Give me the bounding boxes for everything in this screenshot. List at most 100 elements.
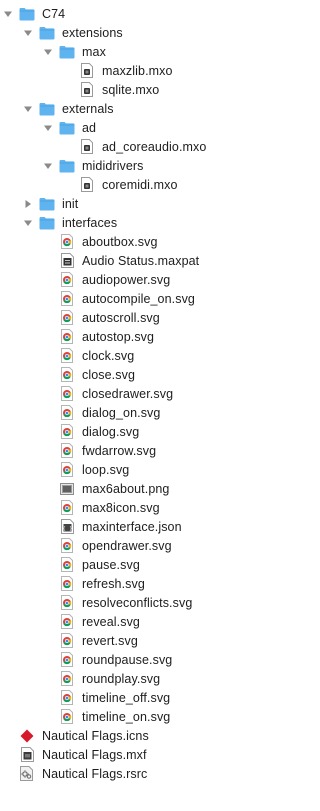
plugin-file-icon (79, 82, 95, 98)
file-row-loop-svg[interactable]: loop.svg (0, 460, 305, 479)
file-row-timeline-off-svg[interactable]: timeline_off.svg (0, 688, 305, 707)
chrome-svg-file-icon (59, 633, 75, 649)
chrome-svg-file-icon (59, 443, 75, 459)
chrome-svg-file-icon (59, 348, 75, 364)
item-label: max (82, 44, 106, 59)
disclosure-triangle-expanded-icon[interactable] (43, 161, 53, 171)
folder-row-max[interactable]: max (0, 42, 305, 61)
item-label: roundpause.svg (82, 652, 173, 667)
file-row-aboutbox-svg[interactable]: aboutbox.svg (0, 232, 305, 251)
file-row-roundplay-svg[interactable]: roundplay.svg (0, 669, 305, 688)
item-label: clock.svg (82, 348, 135, 363)
file-row-roundpause-svg[interactable]: roundpause.svg (0, 650, 305, 669)
chrome-svg-file-icon (59, 291, 75, 307)
file-row-audio-status-maxpat[interactable]: Audio Status.maxpat (0, 251, 305, 270)
chrome-svg-file-icon (59, 405, 75, 421)
mxf-file-icon (19, 747, 35, 763)
file-row-opendrawer-svg[interactable]: opendrawer.svg (0, 536, 305, 555)
disclosure-triangle-expanded-icon[interactable] (43, 123, 53, 133)
folder-row-c74[interactable]: C74 (0, 4, 305, 23)
item-label: roundplay.svg (82, 671, 161, 686)
item-label: sqlite.mxo (102, 82, 160, 97)
disclosure-triangle-expanded-icon[interactable] (3, 9, 13, 19)
file-row-close-svg[interactable]: close.svg (0, 365, 305, 384)
file-row-autostop-svg[interactable]: autostop.svg (0, 327, 305, 346)
plugin-file-icon (79, 177, 95, 193)
file-row-nautical-flags-mxf[interactable]: Nautical Flags.mxf (0, 745, 305, 764)
disclosure-triangle-expanded-icon[interactable] (23, 28, 33, 38)
file-row-timeline-on-svg[interactable]: timeline_on.svg (0, 707, 305, 726)
file-row-refresh-svg[interactable]: refresh.svg (0, 574, 305, 593)
item-label: loop.svg (82, 462, 130, 477)
chrome-svg-file-icon (59, 595, 75, 611)
file-row-maxinterface-json[interactable]: { } maxinterface.json (0, 517, 305, 536)
file-row-reveal-svg[interactable]: reveal.svg (0, 612, 305, 631)
folder-row-mididrivers[interactable]: mididrivers (0, 156, 305, 175)
file-row-resolveconflicts-svg[interactable]: resolveconflicts.svg (0, 593, 305, 612)
file-row-autocompile-on-svg[interactable]: autocompile_on.svg (0, 289, 305, 308)
item-label: maxzlib.mxo (102, 63, 173, 78)
file-row-clock-svg[interactable]: clock.svg (0, 346, 305, 365)
folder-icon (39, 196, 55, 212)
svg-text:{ }: { } (62, 526, 72, 532)
file-row-autoscroll-svg[interactable]: autoscroll.svg (0, 308, 305, 327)
file-row-audiopower-svg[interactable]: audiopower.svg (0, 270, 305, 289)
file-tree: C74 extensions max maxzlib.mxo sqlite.mxo ext… (0, 0, 305, 811)
file-row-closedrawer-svg[interactable]: closedrawer.svg (0, 384, 305, 403)
chrome-svg-file-icon (59, 652, 75, 668)
file-row-dialog-on-svg[interactable]: dialog_on.svg (0, 403, 305, 422)
item-label: opendrawer.svg (82, 538, 172, 553)
chrome-svg-file-icon (59, 272, 75, 288)
item-label: interfaces (62, 215, 118, 230)
folder-row-extensions[interactable]: extensions (0, 23, 305, 42)
file-row-revert-svg[interactable]: revert.svg (0, 631, 305, 650)
file-row-nautical-flags-rsrc[interactable]: Nautical Flags.rsrc (0, 764, 305, 783)
chrome-svg-file-icon (59, 614, 75, 630)
file-row-fwdarrow-svg[interactable]: fwdarrow.svg (0, 441, 305, 460)
folder-row-externals[interactable]: externals (0, 99, 305, 118)
folder-row-interfaces[interactable]: interfaces (0, 213, 305, 232)
disclosure-triangle-expanded-icon[interactable] (23, 218, 33, 228)
item-label: C74 (42, 6, 66, 21)
chrome-svg-file-icon (59, 367, 75, 383)
item-label: close.svg (82, 367, 136, 382)
file-row-maxzlib-mxo[interactable]: maxzlib.mxo (0, 61, 305, 80)
file-row-sqlite-mxo[interactable]: sqlite.mxo (0, 80, 305, 99)
disclosure-triangle-collapsed-icon[interactable] (23, 199, 33, 209)
chrome-svg-file-icon (59, 424, 75, 440)
chrome-svg-file-icon (59, 386, 75, 402)
folder-icon (59, 120, 75, 136)
file-row-ad-coreaudio-mxo[interactable]: ad_coreaudio.mxo (0, 137, 305, 156)
item-label: externals (62, 101, 114, 116)
chrome-svg-file-icon (59, 576, 75, 592)
folder-row-init[interactable]: init (0, 194, 305, 213)
item-label: timeline_on.svg (82, 709, 171, 724)
file-row-nautical-flags-icns[interactable]: Nautical Flags.icns (0, 726, 305, 745)
file-row-pause-svg[interactable]: pause.svg (0, 555, 305, 574)
file-row-max6about-png[interactable]: max6about.png (0, 479, 305, 498)
chrome-svg-file-icon (59, 557, 75, 573)
disclosure-triangle-expanded-icon[interactable] (43, 47, 53, 57)
item-label: revert.svg (82, 633, 138, 648)
file-row-dialog-svg[interactable]: dialog.svg (0, 422, 305, 441)
disclosure-triangle-expanded-icon[interactable] (23, 104, 33, 114)
folder-row-ad[interactable]: ad (0, 118, 305, 137)
item-label: Nautical Flags.icns (42, 728, 149, 743)
item-label: closedrawer.svg (82, 386, 174, 401)
folder-icon (59, 44, 75, 60)
file-row-coremidi-mxo[interactable]: coremidi.mxo (0, 175, 305, 194)
file-row-max8icon-svg[interactable]: max8icon.svg (0, 498, 305, 517)
